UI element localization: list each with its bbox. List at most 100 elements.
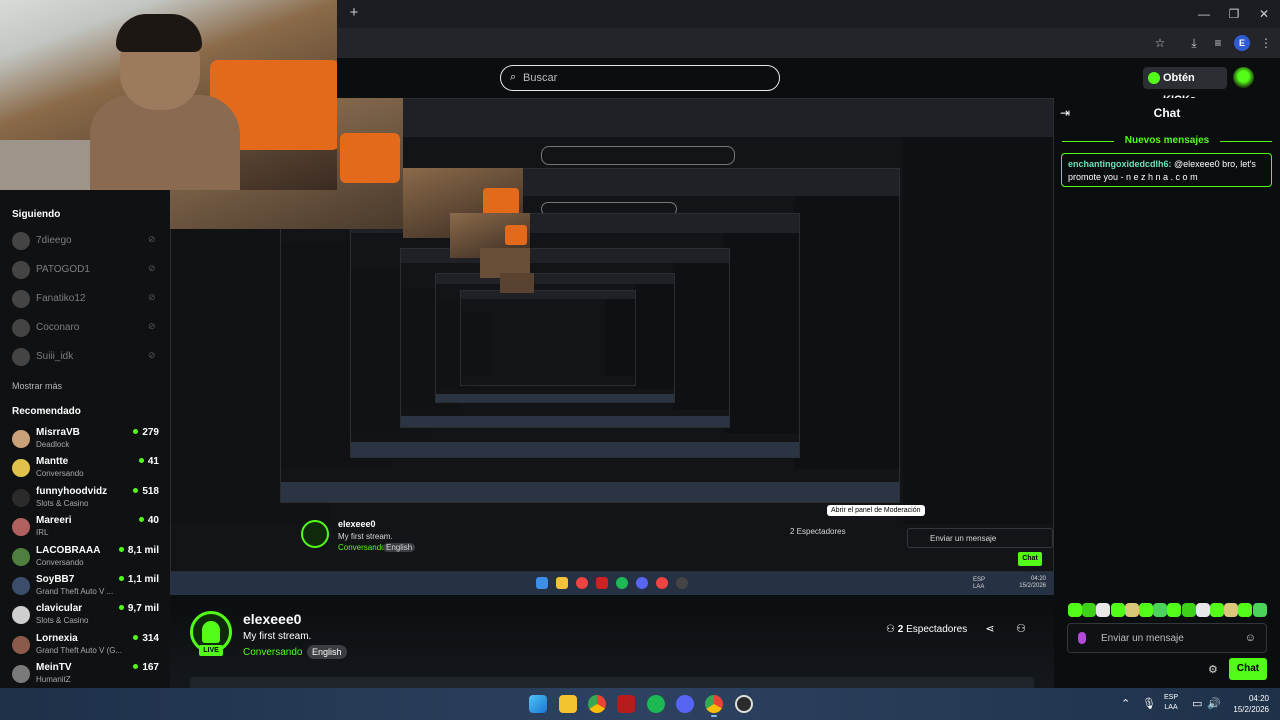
emote-icon[interactable] bbox=[1068, 603, 1082, 617]
chrome-icon[interactable] bbox=[588, 695, 606, 713]
avatar bbox=[12, 232, 30, 250]
inner-chat-input: Enviar un mensaje bbox=[907, 528, 1053, 548]
nested-webcam-5 bbox=[500, 273, 534, 293]
emoji-icon[interactable]: ☺ bbox=[1245, 632, 1256, 644]
microphone-icon[interactable] bbox=[1078, 632, 1086, 644]
following-item[interactable]: 7dieego ⊘ bbox=[0, 230, 170, 252]
tray-volume-icon[interactable]: 🔊 bbox=[1207, 697, 1221, 710]
recommended-item[interactable]: SoyBB7 Grand Theft Auto V ... 1,1 mil bbox=[0, 573, 170, 601]
new-tab-button[interactable]: + bbox=[346, 5, 362, 21]
emote-icon[interactable] bbox=[1238, 603, 1253, 617]
input-language[interactable]: ESP LAA bbox=[1164, 693, 1178, 713]
channel-viewers: 9,7 mil bbox=[119, 603, 159, 614]
emote-icon[interactable] bbox=[1139, 603, 1153, 617]
show-more-link[interactable]: Mostrar más bbox=[12, 381, 62, 391]
emote-bar bbox=[1068, 603, 1268, 619]
emote-icon[interactable] bbox=[1252, 603, 1267, 617]
following-name: Suiii_idk bbox=[36, 351, 74, 362]
recommended-item[interactable]: clavicular Slots & Casino 9,7 mil bbox=[0, 602, 170, 630]
chat-input-placeholder: Enviar un mensaje bbox=[1101, 633, 1184, 644]
webcam-overlay bbox=[0, 0, 337, 190]
recommended-item[interactable]: MisrraVB Deadlock 279 bbox=[0, 426, 170, 454]
recommended-item[interactable]: Mareeri IRL 40 bbox=[0, 514, 170, 542]
avatar bbox=[12, 547, 30, 566]
inner-spotify-icon bbox=[616, 577, 628, 589]
obs-icon[interactable] bbox=[735, 695, 753, 713]
file-explorer-icon[interactable] bbox=[559, 695, 577, 713]
info-bar-strip bbox=[190, 677, 1034, 688]
playlist-icon[interactable]: ≡ bbox=[1210, 35, 1226, 51]
chat-send-button[interactable]: Chat bbox=[1229, 658, 1267, 680]
emote-icon[interactable] bbox=[1195, 603, 1210, 617]
channel-viewers: 8,1 mil bbox=[119, 545, 159, 556]
spotify-icon[interactable] bbox=[647, 695, 665, 713]
chrome-profile-icon[interactable] bbox=[705, 695, 723, 713]
chat-input[interactable]: Enviar un mensaje ☺ bbox=[1067, 623, 1267, 653]
close-window-button[interactable]: ✕ bbox=[1256, 6, 1272, 22]
streamer-name[interactable]: elexeee0 bbox=[243, 611, 301, 627]
following-item[interactable]: PATOGOD1 ⊘ bbox=[0, 259, 170, 281]
inner-stream-title: My first stream. bbox=[338, 532, 393, 541]
emote-icon[interactable] bbox=[1210, 603, 1224, 617]
live-badge: LIVE bbox=[199, 645, 223, 656]
inner-chrome-profile-icon bbox=[656, 577, 668, 589]
avatar bbox=[12, 430, 30, 448]
kebab-icon[interactable]: ⋮ bbox=[1258, 35, 1274, 51]
recommended-item[interactable]: Lornexia Grand Theft Auto V (G... 314 bbox=[0, 632, 170, 660]
emote-icon[interactable] bbox=[1124, 603, 1139, 617]
emote-icon[interactable] bbox=[1153, 603, 1168, 617]
emote-icon[interactable] bbox=[1224, 603, 1239, 617]
avatar bbox=[12, 488, 30, 507]
minimize-button[interactable]: — bbox=[1196, 6, 1212, 22]
channel-name: Lornexia bbox=[36, 632, 78, 644]
chat-settings-icon[interactable]: ⚙ bbox=[1208, 663, 1220, 676]
moderation-panel-icon[interactable]: ⚇ bbox=[1014, 622, 1028, 636]
maximize-button[interactable]: ❐ bbox=[1226, 6, 1242, 22]
inner-obs-icon bbox=[676, 577, 688, 589]
tray-overflow-icon[interactable]: ⌃ bbox=[1121, 697, 1130, 710]
share-icon[interactable]: ⋖ bbox=[983, 622, 997, 636]
inner-lang-tag: English bbox=[383, 543, 416, 552]
profile-icon[interactable]: E bbox=[1234, 35, 1250, 51]
inner-streamer-name: elexeee0 bbox=[338, 519, 376, 529]
following-item[interactable]: Coconaro ⊘ bbox=[0, 317, 170, 339]
avatar bbox=[12, 348, 30, 366]
recommended-item[interactable]: Mantte Conversando 41 bbox=[0, 455, 170, 483]
windows-start-icon[interactable] bbox=[529, 695, 547, 713]
discord-icon[interactable] bbox=[676, 695, 694, 713]
emote-icon[interactable] bbox=[1096, 603, 1111, 617]
emote-icon[interactable] bbox=[1082, 603, 1097, 617]
following-item[interactable]: Fanatiko12 ⊘ bbox=[0, 288, 170, 310]
get-kicks-button[interactable]: Obtén KICKs bbox=[1143, 67, 1227, 106]
emote-icon[interactable] bbox=[1181, 603, 1196, 617]
recommended-item[interactable]: funnyhoodvidz Slots & Casino 518 bbox=[0, 485, 170, 513]
recommended-item[interactable]: MeinTV HumanitZ 167 bbox=[0, 661, 170, 689]
channel-viewers: 41 bbox=[139, 456, 159, 467]
star-icon[interactable]: ☆ bbox=[1152, 35, 1168, 51]
emote-icon[interactable] bbox=[1110, 603, 1125, 617]
avatar bbox=[12, 518, 30, 537]
taskbar-clock[interactable]: 04:20 15/2/2026 bbox=[1223, 693, 1269, 715]
tray-network-icon[interactable]: ▭ bbox=[1192, 697, 1202, 710]
avatar bbox=[12, 665, 30, 684]
following-name: 7dieego bbox=[36, 235, 72, 246]
language-tag[interactable]: English bbox=[307, 645, 347, 659]
kick-ghost-icon bbox=[202, 621, 220, 643]
emote-icon[interactable] bbox=[1167, 603, 1182, 617]
channel-category: Conversando bbox=[36, 557, 84, 567]
new-messages-divider[interactable]: Nuevos mensajes bbox=[1062, 135, 1272, 146]
channel-category: Conversando bbox=[36, 469, 84, 479]
chat-message-user[interactable]: enchantingoxidedcdlh6: bbox=[1068, 159, 1172, 169]
inner-voicemeeter-icon bbox=[596, 577, 608, 589]
channel-name: SoyBB7 bbox=[36, 574, 75, 585]
channel-category: Slots & Casino bbox=[36, 498, 89, 508]
user-avatar[interactable] bbox=[1233, 67, 1254, 88]
stream-category[interactable]: Conversando bbox=[243, 647, 302, 658]
recommended-item[interactable]: LACOBRAAA Conversando 8,1 mil bbox=[0, 544, 170, 572]
download-icon[interactable]: ⤓ bbox=[1186, 35, 1202, 51]
channel-category: Grand Theft Auto V (G... bbox=[36, 645, 123, 655]
following-item[interactable]: Suiii_idk ⊘ bbox=[0, 346, 170, 368]
tray-mic-icon[interactable]: 🎙 bbox=[1142, 697, 1156, 710]
search-input[interactable]: ⌕ Buscar bbox=[500, 65, 780, 91]
voicemeeter-icon[interactable] bbox=[617, 695, 635, 713]
